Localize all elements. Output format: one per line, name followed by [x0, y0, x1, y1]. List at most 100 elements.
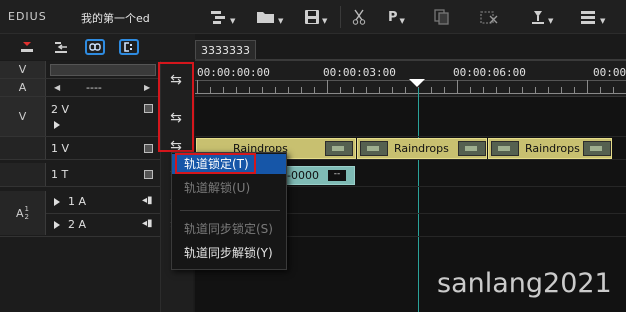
ruler-tick	[509, 87, 510, 93]
ruler-tick	[392, 87, 393, 93]
track-patch[interactable]	[0, 163, 46, 186]
timecode-label: 00:00:06:00	[453, 66, 526, 79]
expand-arrow-icon[interactable]	[54, 221, 60, 229]
app-name: EDIUS	[8, 10, 47, 23]
render-icon[interactable]: ▼	[580, 6, 610, 28]
audio-channel-value: ----	[86, 81, 102, 94]
new-sequence-icon[interactable]: ▼	[210, 6, 240, 28]
cut-icon[interactable]	[352, 6, 382, 28]
chevron-right-icon[interactable]: ▶	[144, 83, 150, 92]
timeline-toolbar	[0, 34, 195, 60]
track-name-2a: 2 A	[68, 218, 87, 231]
clip-thumbnail	[491, 141, 519, 156]
video-mute-icon[interactable]	[144, 144, 153, 153]
chevron-down-icon[interactable]: ▼	[322, 17, 327, 25]
video-clip[interactable]: Raindrops	[488, 138, 612, 159]
video-meter	[50, 64, 156, 76]
ruler-tick	[574, 87, 575, 93]
ruler-tick	[340, 87, 341, 93]
paste-mode-label: P	[388, 9, 398, 25]
title-clip-marker: --	[328, 170, 346, 181]
ruler-tick	[262, 87, 263, 93]
ruler-tick	[561, 87, 562, 93]
ruler-tick	[327, 80, 328, 93]
menu-divider	[180, 210, 280, 211]
chevron-down-icon[interactable]: ▼	[548, 17, 553, 25]
ruler-tick	[210, 87, 211, 93]
ruler-tick	[600, 87, 601, 93]
clip-thumbnail	[360, 141, 388, 156]
timeline-row-2v[interactable]	[195, 97, 626, 137]
menu-item-track-unlock[interactable]: 轨道解锁(U)	[172, 178, 286, 198]
clip-thumbnail	[325, 141, 353, 156]
ruler-tick	[457, 80, 458, 93]
menu-item-track-sync-lock[interactable]: 轨道同步锁定(S)	[172, 219, 286, 239]
ruler-tick	[314, 87, 315, 93]
timecode-label: 00:00:00:00	[197, 66, 270, 79]
copy-icon[interactable]	[434, 6, 464, 28]
track-patch[interactable]	[0, 137, 46, 159]
clip-label: Raindrops	[525, 142, 580, 155]
ruler-tick	[275, 87, 276, 93]
highlight-box-menu	[175, 153, 256, 174]
clip-thumbnail	[458, 141, 486, 156]
ruler-tick	[236, 87, 237, 93]
expand-arrow-icon[interactable]	[54, 198, 60, 206]
ripple-icon[interactable]	[50, 38, 72, 56]
title-clip-label: -0000	[287, 169, 319, 182]
highlight-box-sync	[158, 62, 194, 152]
track-name-1a: 1 A	[68, 195, 87, 208]
playhead-marker[interactable]	[409, 79, 425, 87]
speaker-icon[interactable]: ◂▮	[142, 218, 153, 229]
ruler-tick	[613, 87, 614, 93]
track-name-2v: 2 V	[51, 103, 70, 116]
ruler-tick	[353, 87, 354, 93]
main-toolbar: EDIUS 我的第一个ed ▼ ▼ ▼ P ▼ ▼ ▼	[0, 0, 626, 34]
video-mute-icon[interactable]	[144, 104, 153, 113]
snap-icon[interactable]	[118, 38, 140, 56]
ruler-tick	[366, 87, 367, 93]
audio-header-label: A	[0, 79, 46, 96]
audio-group-super: 1	[24, 205, 29, 213]
video-mute-icon[interactable]	[144, 170, 153, 179]
ruler-tick	[288, 87, 289, 93]
title-clip[interactable]: -0000 --	[282, 166, 355, 185]
chevron-down-icon[interactable]: ▼	[230, 17, 235, 25]
video-clip[interactable]: Raindrops	[357, 138, 487, 159]
timecode-label: 00:00:09	[593, 66, 626, 79]
track-type-label: V	[0, 97, 46, 136]
ruler-tick	[548, 87, 549, 93]
expand-arrow-icon[interactable]	[54, 121, 60, 129]
clip-thumbnail	[583, 141, 611, 156]
save-icon[interactable]: ▼	[304, 6, 334, 28]
menu-item-track-sync-unlock[interactable]: 轨道同步解锁(Y)	[172, 243, 286, 263]
ruler-tick	[431, 87, 432, 93]
track-name-1t: 1 T	[51, 168, 69, 181]
ruler-tick	[223, 87, 224, 93]
clip-label: Raindrops	[394, 142, 449, 155]
delete-icon[interactable]	[480, 6, 510, 28]
tab-sequence[interactable]: 3333333	[195, 40, 256, 60]
ruler-tick	[444, 87, 445, 93]
chevron-down-icon[interactable]: ▼	[600, 17, 605, 25]
ruler-tick	[301, 87, 302, 93]
set-in-out-icon[interactable]	[16, 38, 38, 56]
video-header-label: V	[0, 61, 46, 78]
speaker-icon[interactable]: ◂▮	[142, 195, 153, 206]
ruler-tick	[587, 80, 588, 93]
project-name: 我的第一个ed	[81, 12, 150, 25]
timecode-label: 00:00:03:00	[323, 66, 396, 79]
paste-mode-button[interactable]: P ▼	[388, 6, 418, 28]
link-icon[interactable]	[84, 38, 106, 56]
ruler-tick	[379, 87, 380, 93]
add-marker-icon[interactable]: ▼	[530, 6, 560, 28]
open-folder-icon[interactable]: ▼	[256, 6, 286, 28]
chevron-down-icon[interactable]: ▼	[278, 17, 283, 25]
ruler-tick	[496, 87, 497, 93]
ruler-tick	[483, 87, 484, 93]
ruler-tick	[470, 87, 471, 93]
ruler-tick	[405, 87, 406, 93]
chevron-left-icon[interactable]: ◀	[54, 83, 60, 92]
ruler-tick	[197, 80, 198, 93]
chevron-down-icon[interactable]: ▼	[400, 17, 405, 25]
